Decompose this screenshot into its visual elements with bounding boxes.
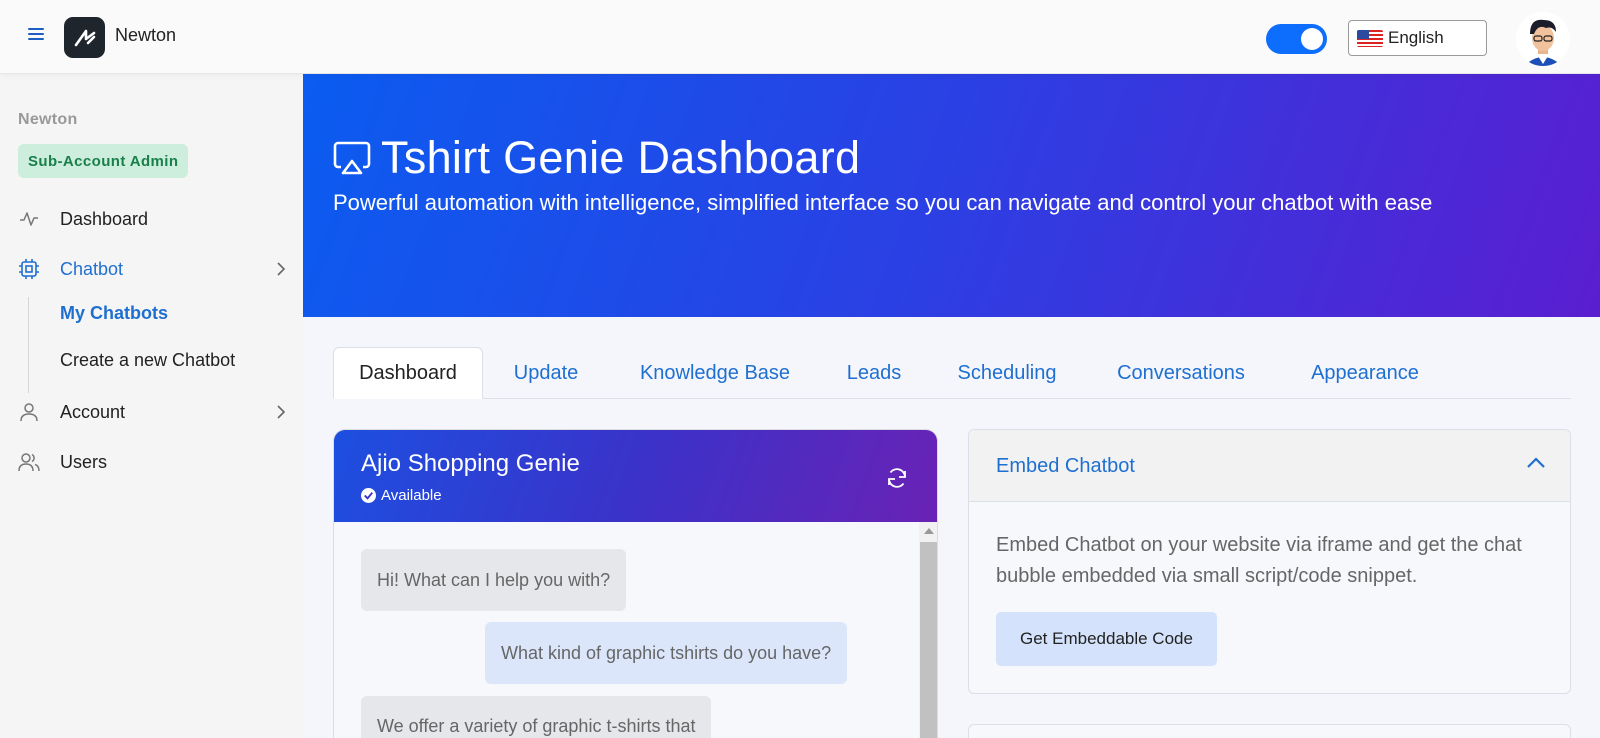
- bot-message: We offer a variety of graphic t-shirts t…: [361, 696, 712, 738]
- tab-dashboard[interactable]: Dashboard: [333, 347, 483, 399]
- embed-description: Embed Chatbot on your website via iframe…: [996, 534, 1522, 587]
- dashboard-hero: Tshirt Genie Dashboard Powerful automati…: [303, 74, 1600, 317]
- scroll-thumb[interactable]: [920, 542, 937, 738]
- chevron-right-icon: [277, 405, 286, 419]
- refresh-icon[interactable]: [885, 466, 909, 490]
- embed-accordion-header[interactable]: Embed Chatbot: [969, 430, 1570, 502]
- sidebar: Newton Sub-Account Admin Dashboard Chatb…: [0, 74, 303, 738]
- tab-update[interactable]: Update: [483, 347, 609, 399]
- chat-header: Ajio Shopping Genie Available: [334, 430, 937, 522]
- chat-scrollbar[interactable]: [919, 522, 937, 738]
- sidebar-item-label: Chatbot: [60, 258, 124, 279]
- user-avatar[interactable]: [1516, 12, 1570, 66]
- page-title: Tshirt Genie Dashboard: [333, 132, 860, 184]
- hamburger-menu-icon[interactable]: [28, 28, 44, 42]
- scroll-up-arrow[interactable]: [924, 528, 934, 534]
- org-label: Newton: [18, 111, 78, 128]
- tab-leads[interactable]: Leads: [821, 347, 927, 399]
- tab-appearance[interactable]: Appearance: [1275, 347, 1455, 399]
- chat-messages: Hi! What can I help you with? What kind …: [334, 522, 937, 738]
- chatbot-name: Ajio Shopping Genie: [361, 450, 580, 477]
- role-badge: Sub-Account Admin: [18, 144, 189, 178]
- newton-logo[interactable]: [64, 17, 105, 58]
- embed-title: Embed Chatbot: [996, 455, 1135, 477]
- moon-icon: [1279, 31, 1287, 47]
- airplay-icon: [333, 141, 371, 175]
- submenu-line: [28, 297, 29, 393]
- submenu-create-chatbot[interactable]: Create a new Chatbot: [60, 350, 235, 371]
- us-flag-icon: [1357, 29, 1383, 47]
- sidebar-item-chatbot[interactable]: Chatbot: [18, 254, 286, 284]
- page-subtitle: Powerful automation with intelligence, s…: [333, 190, 1433, 215]
- submenu-my-chatbots[interactable]: My Chatbots: [60, 303, 168, 324]
- tab-scheduling[interactable]: Scheduling: [927, 347, 1087, 399]
- user-icon: [18, 401, 40, 423]
- brand-name: Newton: [115, 25, 177, 45]
- sidebar-item-account[interactable]: Account: [18, 397, 286, 427]
- status-text: Available: [381, 487, 442, 504]
- sidebar-item-label: Dashboard: [60, 208, 149, 229]
- bot-message: Hi! What can I help you with?: [361, 549, 627, 611]
- top-bar: Newton English: [0, 0, 1600, 74]
- sidebar-item-dashboard[interactable]: Dashboard: [18, 204, 286, 234]
- get-embed-code-button[interactable]: Get Embeddable Code: [996, 612, 1217, 666]
- toggle-knob: [1301, 28, 1323, 50]
- chat-preview-card: Ajio Shopping Genie Available Hi! What c…: [333, 429, 938, 738]
- sidebar-item-label: Users: [60, 451, 108, 472]
- check-circle-icon: [361, 488, 376, 503]
- next-card: [968, 724, 1571, 738]
- chevron-up-icon: [1527, 457, 1545, 468]
- cpu-icon: [18, 258, 40, 280]
- user-message: What kind of graphic tshirts do you have…: [485, 622, 848, 684]
- tab-knowledge-base[interactable]: Knowledge Base: [609, 347, 821, 399]
- users-icon: [18, 451, 40, 473]
- chevron-right-icon: [277, 262, 286, 276]
- language-select[interactable]: English: [1348, 20, 1487, 56]
- page-title-text: Tshirt Genie Dashboard: [381, 132, 861, 183]
- dashboard-tabs: Dashboard Update Knowledge Base Leads Sc…: [333, 347, 1571, 399]
- dark-mode-toggle[interactable]: [1266, 24, 1327, 54]
- chat-status: Available: [361, 487, 442, 504]
- tab-conversations[interactable]: Conversations: [1087, 347, 1275, 399]
- sidebar-item-label: Account: [60, 401, 126, 422]
- sidebar-item-users[interactable]: Users: [18, 447, 286, 477]
- embed-chatbot-card: Embed Chatbot Embed Chatbot on your webs…: [968, 429, 1571, 694]
- activity-icon: [18, 208, 40, 230]
- language-label: English: [1388, 28, 1444, 47]
